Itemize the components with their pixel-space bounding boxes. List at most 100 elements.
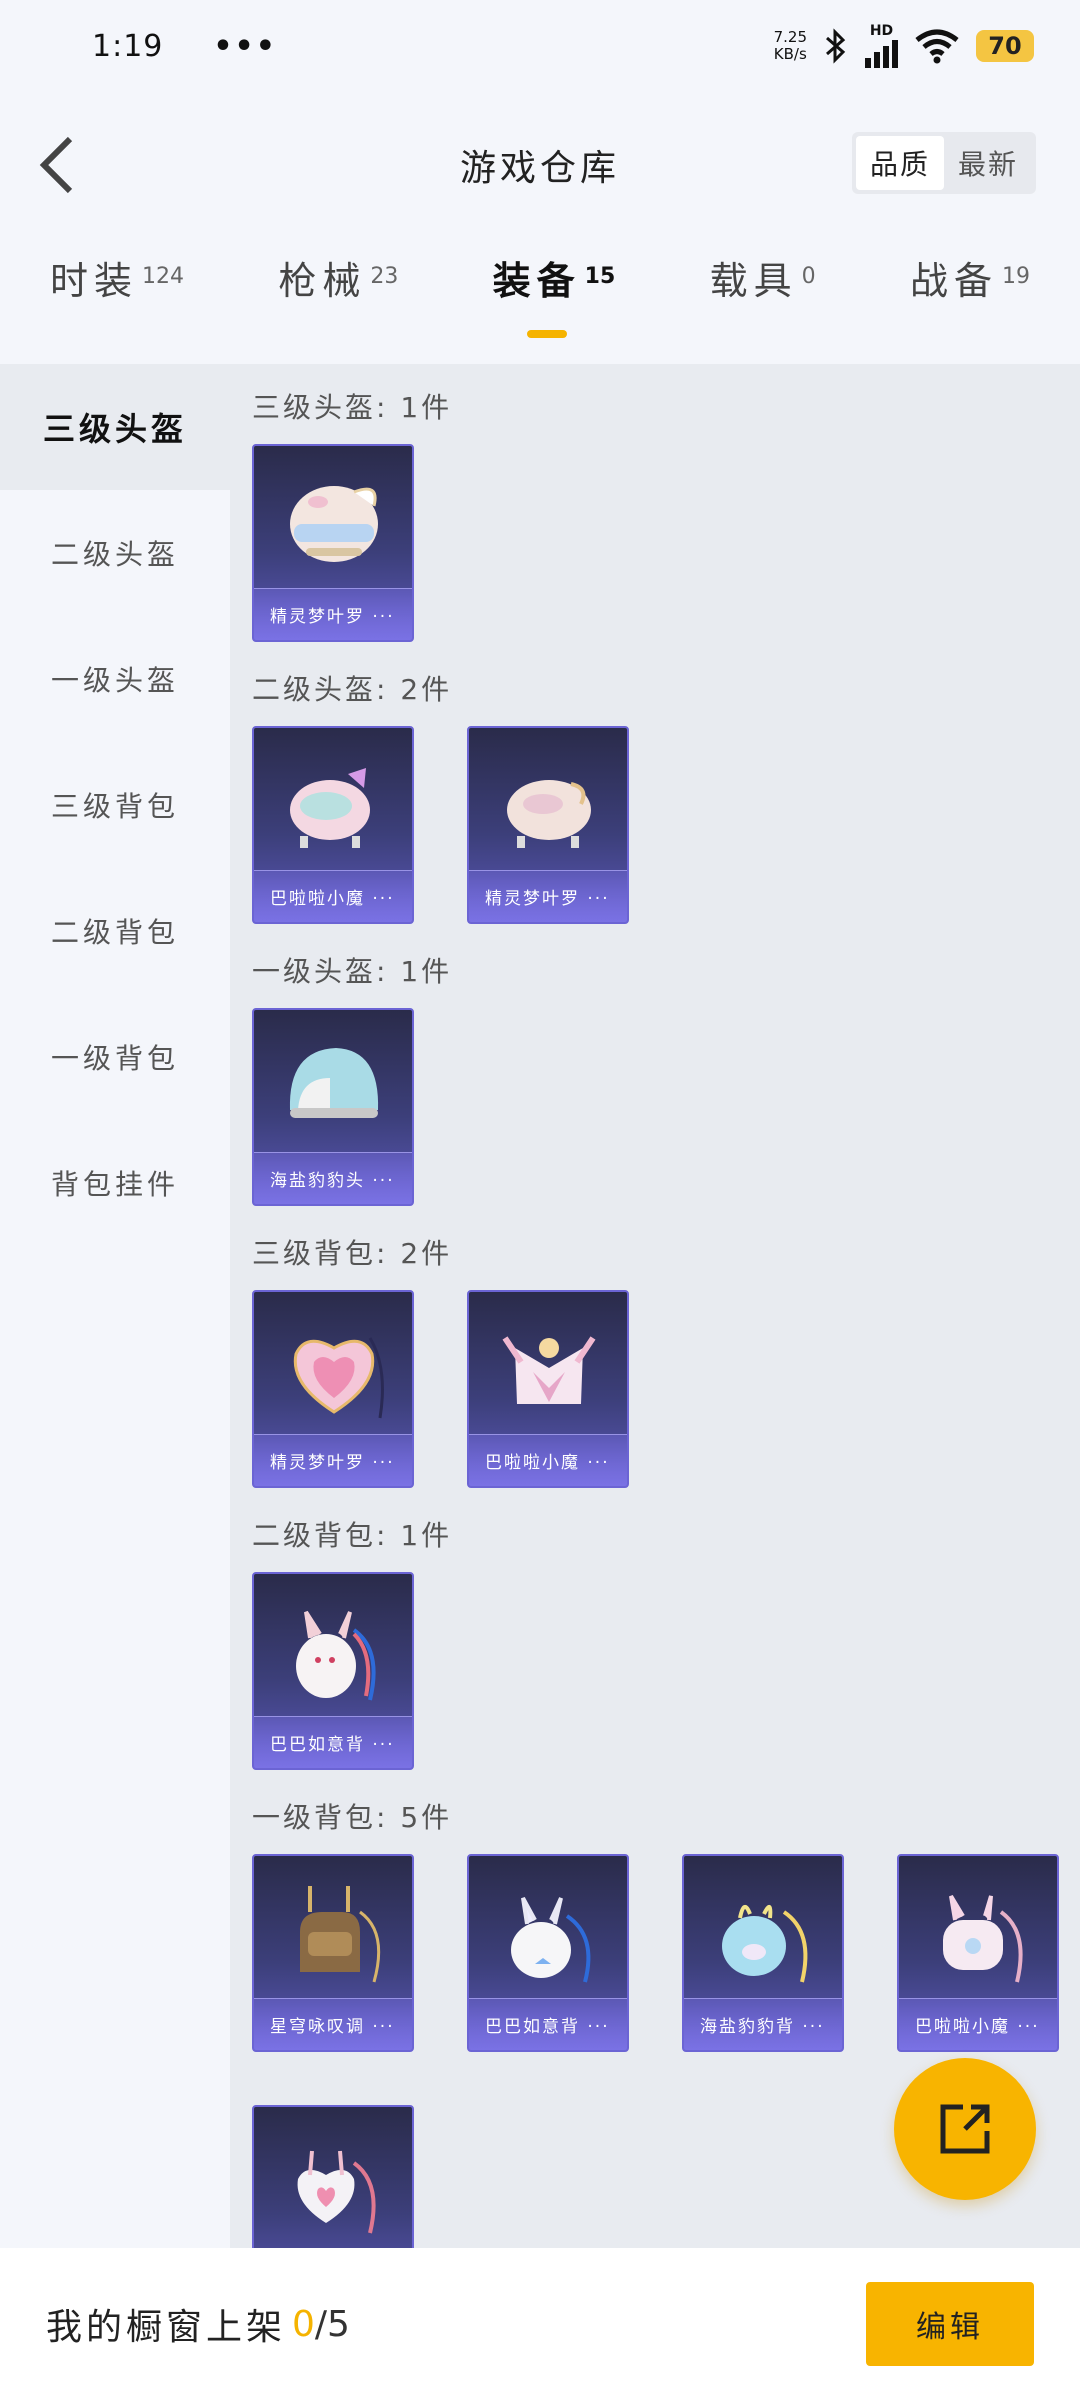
sidebar-item-lv3-backpack[interactable]: 三级背包 [0, 742, 230, 868]
item-card[interactable]: 星穹咏叹调 ··· [252, 1854, 414, 2052]
page-title: 游戏仓库 [459, 148, 620, 189]
chevron-left-icon [39, 136, 73, 194]
showcase-current: 0 [292, 2303, 315, 2345]
sidebar-item-lv2-backpack[interactable]: 二级背包 [0, 868, 230, 994]
item-name: 海盐豹豹头 ··· [254, 1152, 412, 1204]
tab-label: 载具 [709, 259, 798, 303]
tab-count: 0 [801, 264, 816, 289]
backpack-icon [502, 1336, 596, 1404]
sort-toggle[interactable]: 品质 最新 [851, 132, 1036, 194]
net-speed-unit: KB/s [773, 45, 807, 63]
backpack-icon [296, 1610, 376, 1701]
share-button[interactable] [894, 2058, 1036, 2200]
tab-label: 装备 [492, 259, 581, 303]
wifi-icon [915, 29, 959, 64]
backpack-icon [300, 1886, 381, 1983]
item-name: 海盐豹豹背 ··· [684, 1998, 842, 2050]
showcase-count: 0/5 [292, 2304, 350, 2345]
section-title: 一级背包: 5件 [252, 1801, 453, 1834]
helmet-icon [507, 780, 591, 848]
backpack-icon [943, 1894, 1023, 1983]
item-card[interactable]: 海盐豹豹头 ··· [252, 1008, 414, 1206]
item-card[interactable]: 巴巴如意背 ··· [252, 1572, 414, 1770]
backpack-icon [722, 1905, 808, 1983]
item-name: 巴巴如意背 ··· [254, 1716, 412, 1768]
tab-label: 时装 [50, 259, 139, 303]
item-name: 精灵梦叶罗 ··· [469, 870, 627, 922]
showcase-total: /5 [314, 2303, 350, 2345]
item-name: 精灵梦叶罗 ··· [254, 1434, 412, 1486]
tab-battle-gear[interactable]: 战备 19 [910, 250, 1030, 350]
item-name: 巴啦啦小魔 ··· [254, 870, 412, 922]
external-link-icon [940, 2104, 990, 2154]
helmet-icon [290, 486, 378, 562]
sidebar-item-lv1-backpack[interactable]: 一级背包 [0, 994, 230, 1120]
item-card[interactable]: 海盐豹豹背 ··· [682, 1854, 844, 2052]
item-grid: 海盐豹豹头 ··· [252, 1008, 1080, 1206]
helmet-icon [290, 768, 370, 848]
bluetooth-icon [826, 28, 846, 64]
tab-vehicles[interactable]: 载具 0 [710, 250, 816, 350]
helmet-icon [289, 1048, 379, 1118]
item-card[interactable] [252, 2105, 414, 2248]
header: 游戏仓库 品质 最新 [0, 110, 1080, 220]
status-time: 1:19 [92, 28, 164, 64]
net-speed: 7.25 KB/s [774, 29, 807, 63]
item-grid: 精灵梦叶罗 ··· [252, 444, 1080, 642]
sidebar-item-backpack-charm[interactable]: 背包挂件 [0, 1120, 230, 1246]
item-name: 巴巴如意背 ··· [469, 1998, 627, 2050]
sidebar-item-lv3-helmet[interactable]: 三级头盔 [0, 364, 230, 490]
item-grid: 精灵梦叶罗 ··· 巴啦啦小魔 ··· [252, 1290, 1080, 1488]
item-card[interactable]: 精灵梦叶罗 ··· [252, 444, 414, 642]
item-name: 巴啦啦小魔 ··· [469, 1434, 627, 1486]
category-tabs: 时装 124 枪械 23 装备 15 载具 0 战备 19 [0, 250, 1080, 350]
section-title: 一级头盔: 1件 [252, 955, 453, 988]
tab-count: 124 [142, 264, 185, 289]
edit-button[interactable]: 编辑 [866, 2282, 1034, 2366]
status-icons: 7.25 KB/s HD 70 [774, 24, 1034, 68]
back-button[interactable] [28, 132, 88, 198]
sort-option-quality[interactable]: 品质 [855, 136, 944, 190]
item-grid: 巴巴如意背 ··· [252, 1572, 1080, 1770]
item-card[interactable]: 巴啦啦小魔 ··· [467, 1290, 629, 1488]
bottom-bar: 我的橱窗上架 0/5 编辑 [0, 2248, 1080, 2400]
item-card[interactable]: 巴巴如意背 ··· [467, 1854, 629, 2052]
backpack-icon [293, 1337, 384, 1419]
tab-label: 战备 [909, 259, 998, 303]
item-name: 星穹咏叹调 ··· [254, 1998, 412, 2050]
section-title: 二级头盔: 2件 [252, 673, 453, 706]
item-card[interactable]: 巴啦啦小魔 ··· [897, 1854, 1059, 2052]
cell-signal: HD [865, 24, 898, 68]
item-card[interactable]: 精灵梦叶罗 ··· [467, 726, 629, 924]
more-notifications-icon: ••• [213, 28, 277, 64]
sidebar-item-lv1-helmet[interactable]: 一级头盔 [0, 616, 230, 742]
sidebar-item-lv2-helmet[interactable]: 二级头盔 [0, 490, 230, 616]
tab-count: 19 [1001, 264, 1030, 289]
tab-guns[interactable]: 枪械 23 [278, 250, 398, 350]
item-name: 精灵梦叶罗 ··· [254, 588, 412, 640]
tab-fashion[interactable]: 时装 124 [50, 250, 184, 350]
item-card[interactable]: 精灵梦叶罗 ··· [252, 1290, 414, 1488]
section-title: 三级背包: 2件 [252, 1237, 453, 1270]
active-tab-indicator [526, 330, 567, 338]
backpack-icon [297, 2150, 376, 2234]
item-list[interactable]: 三级头盔: 1件 精灵梦叶罗 ··· 二级头盔: 2件 巴啦啦小魔 ··· 精灵… [230, 364, 1080, 2248]
signal-bars-icon [865, 38, 898, 68]
item-grid: 巴啦啦小魔 ··· 精灵梦叶罗 ··· [252, 726, 1080, 924]
battery-indicator: 70 [976, 30, 1034, 62]
item-card[interactable]: 巴啦啦小魔 ··· [252, 726, 414, 924]
showcase-label: 我的橱窗上架 [46, 2307, 287, 2348]
tab-count: 23 [370, 264, 399, 289]
tab-label: 枪械 [278, 259, 367, 303]
hd-label: HD [869, 23, 894, 39]
backpack-icon [511, 1897, 591, 1983]
section-title: 二级背包: 1件 [252, 1519, 453, 1552]
section-title: 三级头盔: 1件 [252, 391, 453, 424]
status-bar: 1:19 ••• 7.25 KB/s HD 70 [0, 0, 1080, 92]
tab-equipment[interactable]: 装备 15 [492, 250, 616, 350]
item-name: 巴啦啦小魔 ··· [899, 1998, 1057, 2050]
net-speed-value: 7.25 [773, 28, 807, 46]
tab-count: 15 [584, 264, 616, 289]
sort-option-latest[interactable]: 最新 [944, 136, 1032, 190]
category-sidebar: 三级头盔 二级头盔 一级头盔 三级背包 二级背包 一级背包 背包挂件 [0, 364, 230, 2248]
